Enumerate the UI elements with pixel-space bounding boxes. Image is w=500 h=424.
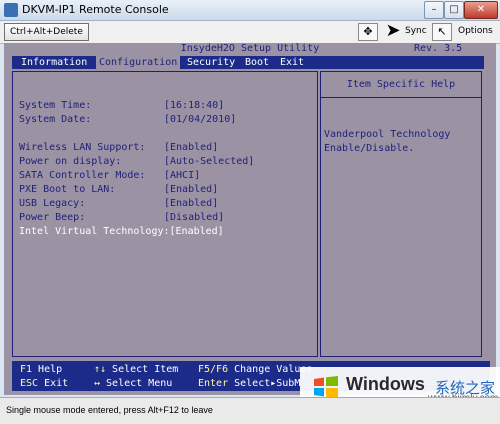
console-toolbar: Ctrl+Alt+Delete ✥ ➤ Sync ↖ Options	[0, 21, 500, 44]
setting-value[interactable]: [16:18:40]	[164, 100, 224, 111]
setting-sata-mode[interactable]: SATA Controller Mode: [AHCI]	[19, 169, 200, 182]
windows-logo-icon	[314, 376, 338, 398]
ctrl-alt-delete-button[interactable]: Ctrl+Alt+Delete	[4, 23, 89, 41]
bios-header: InsydeH2O Setup Utility Rev. 3.5	[4, 43, 496, 56]
setting-usb-legacy[interactable]: USB Legacy: [Enabled]	[19, 197, 218, 210]
setting-value[interactable]: [Enabled]	[164, 184, 218, 195]
setting-value[interactable]: [01/04/2010]	[164, 114, 236, 125]
setting-value[interactable]: [Disabled]	[164, 212, 224, 223]
bios-revision: Rev. 3.5	[414, 43, 463, 54]
setting-value[interactable]: [AHCI]	[164, 170, 200, 181]
setting-label: Power Beep:	[19, 212, 86, 223]
setting-power-on-display[interactable]: Power on display: [Auto-Selected]	[19, 155, 254, 168]
setting-label: SATA Controller Mode:	[19, 170, 146, 181]
setting-value[interactable]: [Enabled]	[170, 226, 224, 237]
setting-label: PXE Boot to LAN:	[19, 184, 116, 195]
close-button[interactable]: ✕	[464, 1, 498, 19]
menu-security[interactable]: Security	[184, 56, 238, 69]
setting-label: System Time:	[19, 100, 92, 111]
key-select-item: ↑↓ Select Item	[94, 364, 179, 375]
setting-label: USB Legacy:	[19, 198, 86, 209]
key-select-submenu: Enter Select▸SubM	[198, 378, 301, 389]
key-help: F1 Help	[20, 364, 63, 375]
menu-exit[interactable]: Exit	[277, 56, 307, 69]
help-text: Enable/Disable.	[324, 143, 415, 154]
setting-label: System Date:	[19, 114, 92, 125]
menu-configuration[interactable]: Configuration	[96, 56, 181, 69]
status-bar: Single mouse mode entered, press Alt+F12…	[0, 397, 500, 424]
bios-screen[interactable]: InsydeH2O Setup Utility Rev. 3.5 Informa…	[4, 43, 496, 395]
key-exit: ESC Exit	[20, 378, 69, 389]
setting-power-beep[interactable]: Power Beep: [Disabled]	[19, 211, 224, 224]
sync-button[interactable]: Sync	[405, 26, 427, 36]
mouse-mode-icon[interactable]: ↖	[432, 23, 452, 41]
fullscreen-icon[interactable]: ✥	[358, 23, 378, 41]
settings-panel: System Time: [16:18:40] System Date: [01/0…	[12, 71, 318, 357]
window-titlebar: DKVM-IP1 Remote Console – □ ✕	[0, 0, 500, 21]
setting-label: Wireless LAN Support:	[19, 142, 146, 153]
key-select-menu: ↔ Select Menu	[94, 378, 173, 389]
status-text: Single mouse mode entered, press Alt+F12…	[6, 405, 213, 415]
help-divider	[321, 97, 481, 98]
app-icon	[4, 3, 18, 17]
setting-intel-vt[interactable]: Intel Virtual Technology:[Enabled]	[19, 225, 224, 238]
setting-label: Intel Virtual Technology:	[19, 226, 170, 237]
menu-boot[interactable]: Boot	[242, 56, 272, 69]
minimize-button[interactable]: –	[424, 1, 444, 19]
setting-wireless-lan[interactable]: Wireless LAN Support: [Enabled]	[19, 141, 218, 154]
watermark-brand: Windows	[346, 374, 425, 394]
help-text: Vanderpool Technology	[324, 129, 451, 140]
key-change-values: F5/F6 Change Values	[198, 364, 313, 375]
help-title: Item Specific Help	[346, 79, 456, 90]
cursor-icon: ➤	[385, 20, 401, 41]
setting-pxe-boot[interactable]: PXE Boot to LAN: [Enabled]	[19, 183, 218, 196]
setting-system-time[interactable]: System Time: [16:18:40]	[19, 99, 224, 112]
setting-label: Power on display:	[19, 156, 122, 167]
bios-menubar: Information Configuration Security Boot …	[12, 56, 484, 69]
setting-value[interactable]: [Enabled]	[164, 198, 218, 209]
window-title: DKVM-IP1 Remote Console	[22, 3, 169, 16]
menu-information[interactable]: Information	[18, 56, 90, 69]
setting-value[interactable]: [Enabled]	[164, 142, 218, 153]
options-button[interactable]: Options	[455, 23, 496, 39]
setting-system-date[interactable]: System Date: [01/04/2010]	[19, 113, 236, 126]
maximize-button[interactable]: □	[444, 1, 464, 19]
help-panel: Item Specific Help Vanderpool Technology…	[320, 71, 482, 357]
setting-value[interactable]: [Auto-Selected]	[164, 156, 254, 167]
